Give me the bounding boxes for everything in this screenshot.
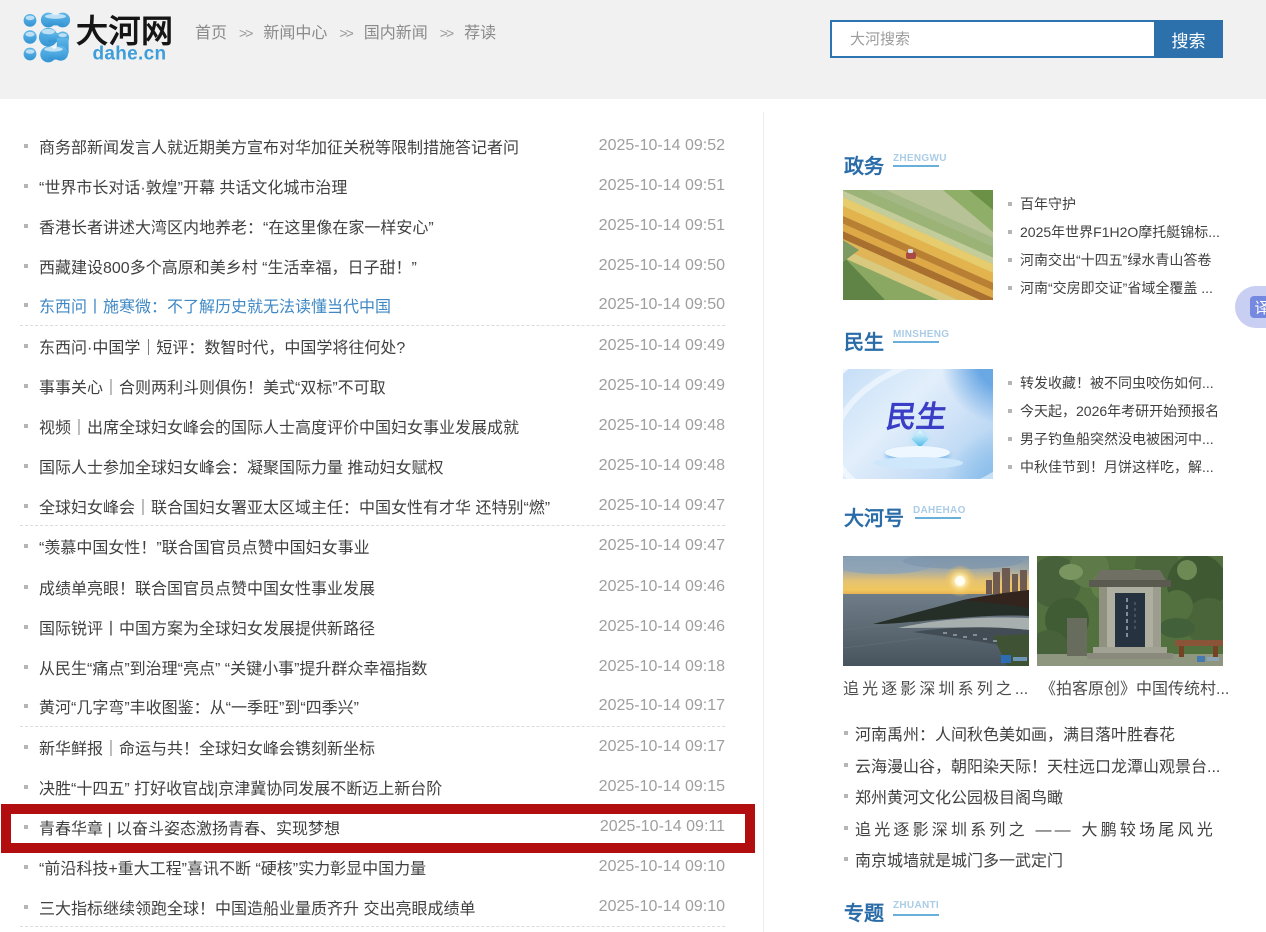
svg-text:dahe.cn: dahe.cn xyxy=(93,44,167,65)
